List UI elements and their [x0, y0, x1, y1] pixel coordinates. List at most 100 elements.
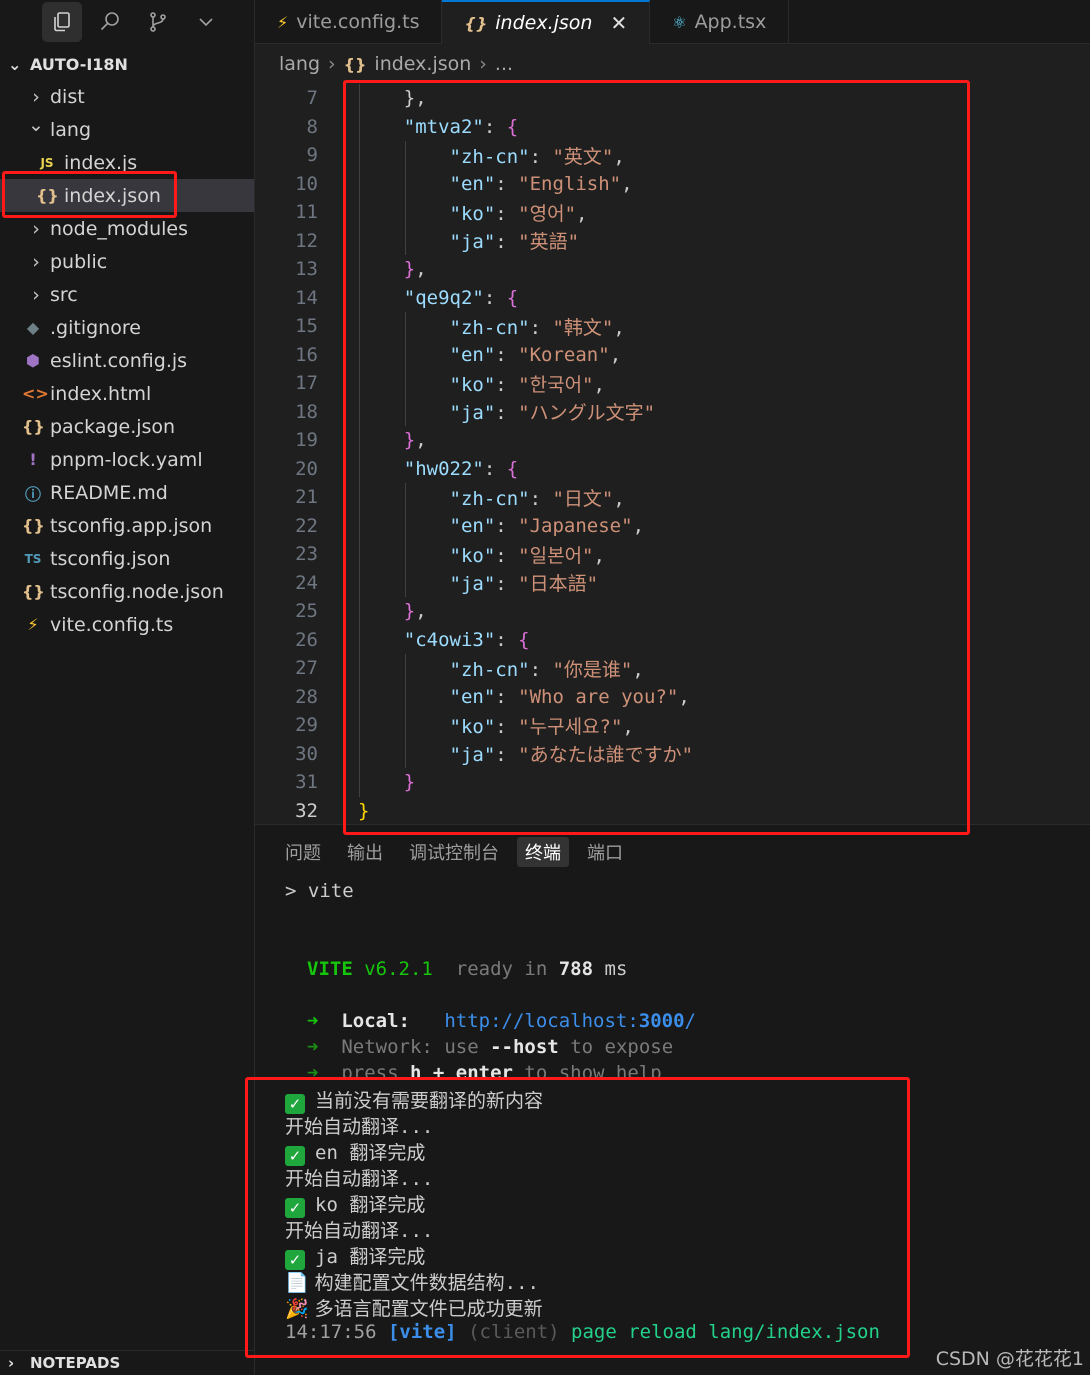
panel-tab-3[interactable]: 终端 [517, 837, 569, 867]
tab-app-tsx[interactable]: ⚛ App.tsx [650, 0, 790, 44]
line-number: 18 [295, 400, 318, 423]
chevron-right-icon: › [32, 217, 40, 240]
sidebar-item-eslint-config-js[interactable]: ⬢ eslint.config.js [0, 344, 254, 377]
sidebar-item-lang[interactable]: ⌄ lang [0, 113, 254, 146]
close-icon[interactable]: ✕ [610, 11, 627, 35]
breadcrumb-file[interactable]: index.json [374, 53, 471, 75]
terminal-ready-line: VITE v6.2.1 ready in 788 ms [307, 958, 627, 980]
sidebar-item-tsconfig-app-json[interactable]: {} tsconfig.app.json [0, 509, 254, 542]
annotation-box-terminal [245, 1077, 910, 1358]
sidebar-item-pnpm-lock-yaml[interactable]: ! pnpm-lock.yaml [0, 443, 254, 476]
line-number: 15 [295, 315, 318, 338]
terminal-network-line: ➜ Network: use --host to expose [307, 1036, 673, 1058]
line-number: 8 [306, 115, 318, 138]
notepads-label: NOTEPADS [30, 1354, 121, 1372]
breadcrumb-separator: › [479, 53, 487, 75]
chevron-right-icon: › [8, 1354, 15, 1372]
editor-tab-bar: ⚡ vite.config.ts {} index.json ✕ ⚛ App.tsx [255, 0, 1090, 44]
line-number: 12 [295, 229, 318, 252]
sidebar-item-label: vite.config.ts [50, 613, 174, 636]
local-url-port: 3000 [638, 1010, 685, 1032]
sidebar-item-package-json[interactable]: {} package.json [0, 410, 254, 443]
annotation-box-code [343, 80, 970, 835]
sidebar-item-label: eslint.config.js [50, 349, 188, 372]
panel-tab-2[interactable]: 调试控制台 [401, 837, 507, 867]
sidebar-item-label: README.md [50, 481, 168, 504]
line-number: 23 [295, 543, 318, 566]
sidebar-item-label: tsconfig.node.json [50, 580, 224, 603]
line-number: 22 [295, 514, 318, 537]
explorer-section-header[interactable]: ⌄ AUTO-I18N [0, 50, 255, 78]
sidebar-item-label: pnpm-lock.yaml [50, 448, 203, 471]
watermark: CSDN @花花花1 [935, 1348, 1084, 1370]
tab-index-json[interactable]: {} index.json ✕ [442, 0, 651, 44]
vite-file-icon: ⚡ [27, 615, 39, 634]
json-file-icon: {} [343, 54, 367, 74]
tab-label: vite.config.ts [296, 11, 420, 33]
sidebar-item-index-html[interactable]: <> index.html [0, 377, 254, 410]
sidebar-item-label: .gitignore [50, 316, 141, 339]
ms-unit: ms [604, 958, 628, 980]
line-number: 29 [295, 714, 318, 737]
line-number: 26 [295, 628, 318, 651]
sidebar-item-label: package.json [50, 415, 176, 438]
line-number: 9 [306, 144, 318, 167]
panel-tab-1[interactable]: 输出 [339, 837, 391, 867]
source-control-icon[interactable] [138, 2, 178, 42]
chevron-right-icon: › [32, 283, 40, 306]
json-file-icon: {} [22, 516, 45, 535]
search-icon[interactable] [90, 2, 130, 42]
notepads-section-header[interactable]: › NOTEPADS [0, 1350, 255, 1375]
json-file-icon: {} [464, 13, 488, 33]
network-flag: --host [490, 1036, 559, 1058]
line-number: 24 [295, 571, 318, 594]
line-number: 20 [295, 457, 318, 480]
breadcrumb-symbol[interactable]: ... [495, 53, 513, 75]
network-use: use [444, 1036, 479, 1058]
chevron-right-icon: › [32, 85, 40, 108]
sidebar-item-gitignore[interactable]: ◆ .gitignore [0, 311, 254, 344]
chevron-down-icon: ⌄ [8, 54, 22, 74]
explorer-icon[interactable] [42, 2, 82, 42]
panel-tab-4[interactable]: 端口 [579, 837, 631, 867]
tab-vite-config-ts[interactable]: ⚡ vite.config.ts [255, 0, 443, 44]
local-url-slash: / [684, 1010, 696, 1032]
json-file-icon: {} [22, 582, 45, 601]
sidebar-item-label: src [50, 283, 78, 306]
sidebar-item-label: lang [50, 118, 92, 141]
sidebar-item-label: tsconfig.json [50, 547, 171, 570]
sidebar-item-src[interactable]: › src [0, 278, 254, 311]
sidebar-item-tsconfig-json[interactable]: TS tsconfig.json [0, 542, 254, 575]
network-rest: to expose [570, 1036, 674, 1058]
panel-tabs: 问题 输出 调试控制台 终端 端口 [277, 837, 631, 867]
line-number: 27 [295, 657, 318, 680]
ready-ms: 788 [558, 958, 594, 980]
line-number: 14 [295, 286, 318, 309]
activity-bar [0, 0, 255, 44]
vite-name: VITE [307, 958, 353, 980]
chevron-down-icon: ⌄ [28, 113, 44, 136]
sidebar-item-label: dist [50, 85, 85, 108]
sidebar-item-readme-md[interactable]: ⓘ README.md [0, 476, 254, 509]
chevron-right-icon: › [32, 250, 40, 273]
line-number: 19 [295, 429, 318, 452]
sidebar-item-label: public [50, 250, 108, 273]
breadcrumb-folder[interactable]: lang [279, 53, 320, 75]
sidebar-item-public[interactable]: › public [0, 245, 254, 278]
sidebar-item-tsconfig-node-json[interactable]: {} tsconfig.node.json [0, 575, 254, 608]
line-number: 30 [295, 742, 318, 765]
yaml-file-icon: ! [29, 450, 37, 469]
local-url[interactable]: http://localhost:3000/ [444, 1010, 696, 1032]
chevron-down-icon[interactable] [186, 2, 226, 42]
sidebar-item-vite-config-ts[interactable]: ⚡ vite.config.ts [0, 608, 254, 641]
line-number: 21 [295, 486, 318, 509]
sidebar-item-dist[interactable]: › dist [0, 80, 254, 113]
git-file-icon: ◆ [26, 318, 40, 337]
line-number: 31 [295, 771, 318, 794]
panel-tab-0[interactable]: 问题 [277, 837, 329, 867]
line-number: 28 [295, 685, 318, 708]
sidebar-item-label: node_modules [50, 217, 189, 240]
eslint-file-icon: ⬢ [26, 351, 40, 370]
line-number: 13 [295, 258, 318, 281]
breadcrumb-separator: › [328, 53, 336, 75]
